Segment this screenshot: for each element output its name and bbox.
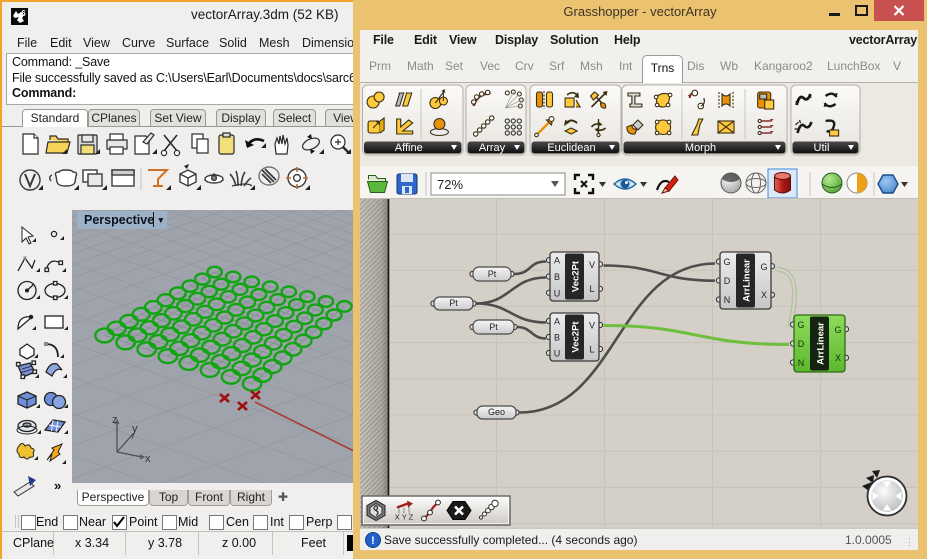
svg-text:72%: 72% xyxy=(437,177,463,192)
svg-text:G: G xyxy=(760,262,767,272)
svg-text:Geo: Geo xyxy=(488,407,505,417)
svg-text:Pt: Pt xyxy=(488,269,497,279)
svg-text:X: X xyxy=(761,290,767,300)
svg-text:6: 6 xyxy=(21,9,26,18)
svg-text:D: D xyxy=(798,339,805,349)
svg-text:U: U xyxy=(554,288,561,298)
svg-text:L: L xyxy=(589,284,594,294)
svg-text:y: y xyxy=(132,423,138,435)
svg-text:D: D xyxy=(724,276,731,286)
svg-text:U: U xyxy=(554,349,561,359)
svg-text:L: L xyxy=(589,345,594,355)
svg-text:Vec2Pt: Vec2Pt xyxy=(571,321,582,353)
svg-text:A: A xyxy=(554,256,560,266)
svg-text:Morph: Morph xyxy=(685,142,716,154)
svg-text:ArrLinear: ArrLinear xyxy=(742,259,753,302)
svg-text:G: G xyxy=(797,320,804,330)
svg-text:Pt: Pt xyxy=(449,298,458,308)
svg-text:»: » xyxy=(54,478,61,493)
svg-text:!: ! xyxy=(371,535,375,547)
svg-text:Vec2Pt: Vec2Pt xyxy=(571,260,582,292)
svg-text:V: V xyxy=(589,260,595,270)
svg-text:Pt: Pt xyxy=(489,322,498,332)
svg-text:N: N xyxy=(798,358,805,368)
svg-text:x: x xyxy=(145,453,151,465)
svg-text:X Y Z: X Y Z xyxy=(395,513,414,522)
svg-text:G: G xyxy=(834,325,841,335)
svg-text:B: B xyxy=(554,272,560,282)
svg-text:V: V xyxy=(589,321,595,331)
svg-text:Util: Util xyxy=(814,142,830,154)
svg-text:A: A xyxy=(554,317,560,327)
svg-text:ArrLinear: ArrLinear xyxy=(816,322,827,365)
svg-text:N: N xyxy=(724,295,731,305)
svg-text:G: G xyxy=(723,257,730,267)
svg-text:X: X xyxy=(835,353,841,363)
svg-text:z: z xyxy=(112,414,118,426)
svg-text:Array: Array xyxy=(479,142,506,154)
svg-text:Euclidean: Euclidean xyxy=(547,142,595,154)
svg-text:B: B xyxy=(554,333,560,343)
svg-text:Affine: Affine xyxy=(395,142,423,154)
